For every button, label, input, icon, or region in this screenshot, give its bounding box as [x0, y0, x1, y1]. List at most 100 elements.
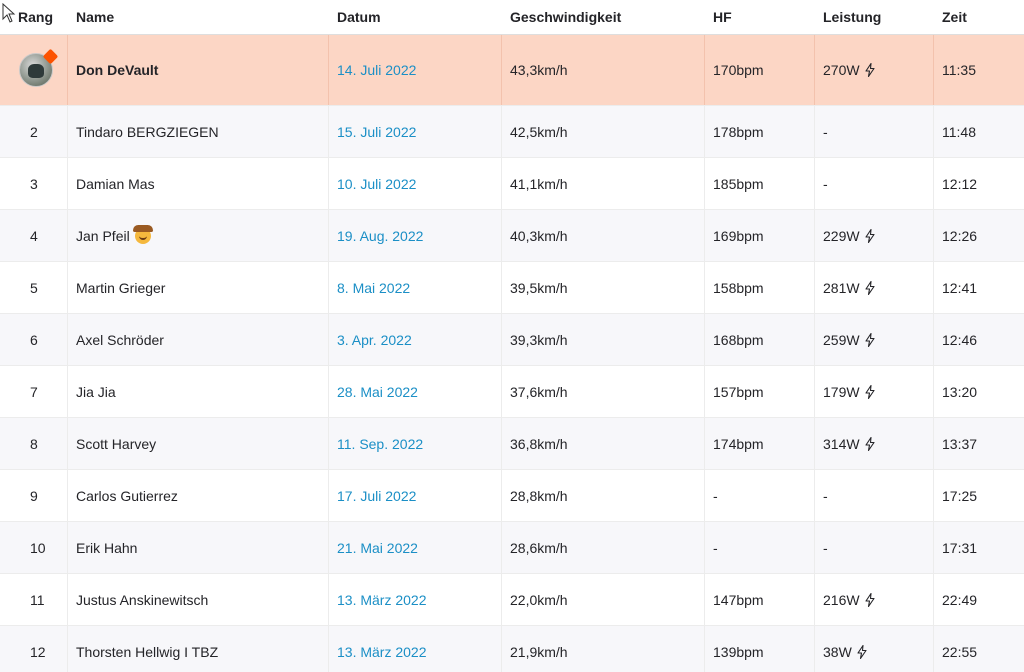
athlete-name-link[interactable]: Damian Mas	[76, 176, 155, 192]
athlete-name-link[interactable]: Erik Hahn	[76, 540, 137, 556]
athlete-name-link[interactable]: Scott Harvey	[76, 436, 156, 452]
power-cell: 38W	[815, 626, 934, 672]
table-row[interactable]: 6 Axel Schröder 3. Apr. 2022 39,3km/h 168bpm…	[0, 314, 1024, 366]
hf-cell: 168bpm	[705, 314, 815, 365]
heart-rate-value: -	[713, 487, 718, 504]
athlete-name-link[interactable]: Don DeVault	[76, 62, 158, 78]
power-cell: -	[815, 158, 934, 209]
heart-rate-value: 178bpm	[713, 123, 764, 140]
activity-date-link[interactable]: 8. Mai 2022	[337, 280, 410, 296]
time-value: 11:48	[942, 123, 976, 140]
heart-rate-value: 157bpm	[713, 383, 764, 400]
table-row[interactable]: 11 Justus Anskinewitsch 13. März 2022 22,0k…	[0, 574, 1024, 626]
time-value: 12:46	[942, 331, 978, 348]
table-row[interactable]: 10 Erik Hahn 21. Mai 2022 28,6km/h - - 17:31	[0, 522, 1024, 574]
rank-cell: 3	[0, 158, 68, 209]
power-value: -	[823, 539, 828, 556]
mouse-cursor-icon	[2, 3, 16, 23]
activity-date-link[interactable]: 15. Juli 2022	[337, 124, 416, 140]
time-cell: 11:48	[934, 106, 1024, 157]
activity-date-link[interactable]: 14. Juli 2022	[337, 62, 416, 78]
time-cell: 22:55	[934, 626, 1024, 672]
athlete-name-link[interactable]: Martin Grieger	[76, 280, 165, 296]
table-row[interactable]: 8 Scott Harvey 11. Sep. 2022 36,8km/h 174bpm…	[0, 418, 1024, 470]
hf-cell: 147bpm	[705, 574, 815, 625]
activity-date-link[interactable]: 19. Aug. 2022	[337, 228, 423, 244]
table-row[interactable]: 2 Tindaro BERGZIEGEN 15. Juli 2022 42,5km/h…	[0, 106, 1024, 158]
power-value: -	[823, 487, 828, 504]
activity-date-link[interactable]: 3. Apr. 2022	[337, 332, 412, 348]
heart-rate-value: -	[713, 539, 718, 556]
athlete-name-link[interactable]: Justus Anskinewitsch	[76, 592, 208, 608]
rank-value: 6	[30, 331, 38, 348]
rank-value: 10	[30, 539, 46, 556]
power-value: 38W	[823, 643, 852, 660]
activity-date-link[interactable]: 11. Sep. 2022	[337, 436, 423, 452]
athlete-name-link[interactable]: Jia Jia	[76, 384, 116, 400]
activity-date-link[interactable]: 17. Juli 2022	[337, 488, 416, 504]
header-date[interactable]: Datum	[329, 0, 502, 34]
date-cell: 11. Sep. 2022	[329, 418, 502, 469]
header-time[interactable]: Zeit	[934, 0, 1024, 34]
rank-cell: 8	[0, 418, 68, 469]
header-power[interactable]: Leistung	[815, 0, 934, 34]
heart-rate-value: 174bpm	[713, 435, 764, 452]
rank-cell: 5	[0, 262, 68, 313]
heart-rate-value: 139bpm	[713, 643, 764, 660]
name-cell: Jan Pfeil	[68, 210, 329, 261]
power-cell: 314W	[815, 418, 934, 469]
power-value: -	[823, 123, 828, 140]
avatar[interactable]	[19, 48, 59, 87]
table-row[interactable]: Don DeVault 14. Juli 2022 43,3km/h 170bpm 27…	[0, 35, 1024, 106]
activity-date-link[interactable]: 13. März 2022	[337, 644, 427, 660]
athlete-name-link[interactable]: Jan Pfeil	[76, 228, 130, 244]
athlete-name-link[interactable]: Tindaro BERGZIEGEN	[76, 124, 219, 140]
rank-value: 7	[30, 383, 38, 400]
athlete-name-link[interactable]: Thorsten Hellwig I TBZ	[76, 644, 218, 660]
header-name[interactable]: Name	[68, 0, 329, 34]
date-cell: 13. März 2022	[329, 626, 502, 672]
power-cell: 281W	[815, 262, 934, 313]
time-cell: 13:20	[934, 366, 1024, 417]
activity-date-link[interactable]: 10. Juli 2022	[337, 176, 416, 192]
header-hf[interactable]: HF	[705, 0, 815, 34]
table-row[interactable]: 12 Thorsten Hellwig I TBZ 13. März 2022 21,…	[0, 626, 1024, 672]
hf-cell: 178bpm	[705, 106, 815, 157]
hf-cell: 157bpm	[705, 366, 815, 417]
cowboy-emoji-icon	[132, 224, 153, 244]
athlete-name-link[interactable]: Axel Schröder	[76, 332, 164, 348]
speed-cell: 39,3km/h	[502, 314, 705, 365]
time-value: 22:55	[942, 643, 978, 660]
speed-value: 22,0km/h	[510, 591, 568, 608]
power-value: 314W	[823, 435, 860, 452]
hf-cell: 158bpm	[705, 262, 815, 313]
activity-date-link[interactable]: 13. März 2022	[337, 592, 427, 608]
lightning-bolt-icon	[865, 592, 875, 607]
power-cell: 229W	[815, 210, 934, 261]
time-value: 12:41	[942, 279, 978, 296]
date-cell: 14. Juli 2022	[329, 35, 502, 105]
rank-cell: 6	[0, 314, 68, 365]
table-row[interactable]: 7 Jia Jia 28. Mai 2022 37,6km/h 157bpm 179W 13…	[0, 366, 1024, 418]
name-cell: Justus Anskinewitsch	[68, 574, 329, 625]
table-row[interactable]: 5 Martin Grieger 8. Mai 2022 39,5km/h 158bpm…	[0, 262, 1024, 314]
athlete-name-link[interactable]: Carlos Gutierrez	[76, 488, 178, 504]
speed-value: 28,8km/h	[510, 487, 568, 504]
speed-value: 43,3km/h	[510, 62, 568, 78]
activity-date-link[interactable]: 28. Mai 2022	[337, 384, 418, 400]
speed-value: 39,5km/h	[510, 279, 568, 296]
table-row[interactable]: 3 Damian Mas 10. Juli 2022 41,1km/h 185bpm - 1…	[0, 158, 1024, 210]
hf-cell: 169bpm	[705, 210, 815, 261]
table-row[interactable]: 9 Carlos Gutierrez 17. Juli 2022 28,8km/h - -…	[0, 470, 1024, 522]
date-cell: 19. Aug. 2022	[329, 210, 502, 261]
name-cell: Damian Mas	[68, 158, 329, 209]
speed-value: 42,5km/h	[510, 123, 568, 140]
speed-value: 28,6km/h	[510, 539, 568, 556]
speed-value: 39,3km/h	[510, 331, 568, 348]
lightning-bolt-icon	[865, 228, 875, 243]
header-speed[interactable]: Geschwindigkeit	[502, 0, 705, 34]
rank-value: 2	[30, 123, 38, 140]
table-row[interactable]: 4 Jan Pfeil 19. Aug. 2022 40,3km/h 169bpm 229…	[0, 210, 1024, 262]
speed-cell: 28,6km/h	[502, 522, 705, 573]
activity-date-link[interactable]: 21. Mai 2022	[337, 540, 418, 556]
